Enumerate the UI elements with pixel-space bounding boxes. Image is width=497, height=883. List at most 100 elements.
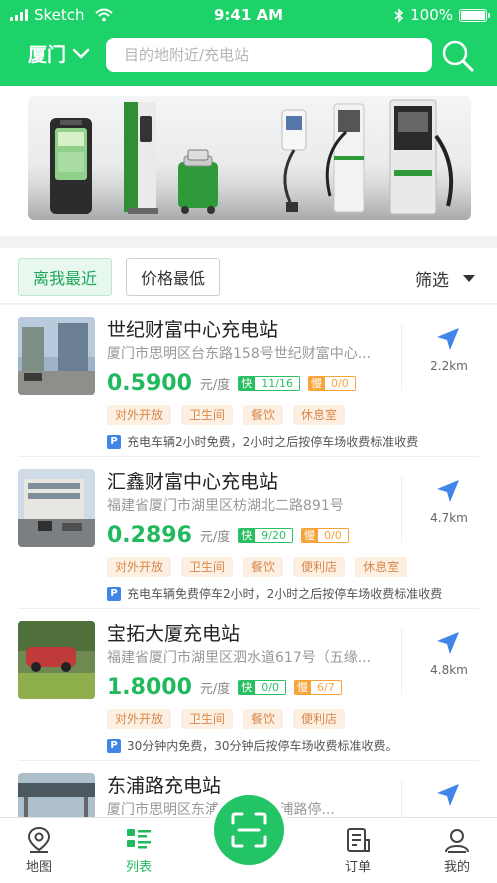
search-icon[interactable] (440, 38, 476, 74)
station-name: 汇鑫财富中心充电站 (107, 471, 279, 493)
header: Sketch 9:41 AM 100% 厦门 (0, 0, 497, 86)
filter-label: 筛选 (415, 271, 449, 291)
divider (401, 325, 402, 391)
tab-label: 订单 (344, 860, 371, 875)
price-unit: 元/度 (199, 681, 231, 697)
battery-icon (459, 8, 490, 22)
fast-charger-badge: 快 9/20 (238, 527, 293, 543)
search-input[interactable] (106, 38, 432, 72)
amenity-tags: 对外开放 卫生间 餐饮 便利店 休息室 (107, 557, 408, 577)
station-address: 福建省厦门市湖里区泗水道617号（五缘... (107, 650, 372, 666)
station-list: 世纪财富中心充电站 厦门市思明区台东路158号世纪财富中心... 0.5900 … (0, 305, 497, 817)
fast-label: 快 (238, 375, 256, 391)
tab-label: 列表 (125, 860, 152, 875)
divider (401, 477, 402, 543)
station-card[interactable]: 汇鑫财富中心充电站 福建省厦门市湖里区枋湖北二路891号 0.2896 元/度 … (0, 457, 497, 609)
parking-icon: P (107, 738, 121, 753)
amenity-tag: 卫生间 (181, 557, 234, 577)
parking-text: 30分钟内免费，30分钟后按停车场收费标准收费。 (127, 739, 398, 753)
station-address: 厦门市思明区台东路158号世纪财富中心... (107, 346, 372, 362)
station-photo (18, 621, 95, 699)
slow-label: 慢 (308, 375, 325, 391)
amenity-tags: 对外开放 卫生间 餐饮 休息室 (107, 405, 346, 425)
station-address: 福建省厦门市湖里区枋湖北二路891号 (107, 498, 344, 514)
station-photo (18, 773, 95, 817)
station-card[interactable]: 世纪财富中心充电站 厦门市思明区台东路158号世纪财富中心... 0.5900 … (0, 305, 497, 457)
fast-count: 0/0 (255, 679, 286, 695)
slow-count: 0/0 (325, 375, 356, 391)
chargers-illustration (50, 99, 454, 215)
parking-info: P 充电车辆免费停车2小时，2小时之后按停车场收费标准收费 (107, 585, 442, 602)
sort-nearest-button[interactable]: 离我最近 (18, 258, 112, 296)
sort-cheapest-button[interactable]: 价格最低 (126, 258, 220, 296)
station-distance: 4.8km (430, 663, 468, 677)
station-card[interactable]: 宝拓大厦充电站 福建省厦门市湖里区泗水道617号（五缘... 1.8000 元/… (0, 609, 497, 761)
order-icon (347, 828, 370, 852)
parking-icon: P (107, 586, 121, 601)
promo-banner[interactable] (28, 96, 471, 220)
banner-section (0, 86, 497, 236)
amenity-tag: 休息室 (293, 405, 346, 425)
tab-map[interactable]: 地图 (9, 826, 69, 875)
slow-label: 慢 (294, 679, 311, 695)
slow-count: 0/0 (318, 527, 349, 543)
battery-percent: 100% (410, 6, 453, 24)
amenity-tag: 对外开放 (107, 709, 172, 729)
station-distance: 4.7km (430, 511, 468, 525)
amenity-tags: 对外开放 卫生间 餐饮 便利店 (107, 709, 346, 729)
station-photo (18, 469, 95, 547)
parking-info: P 充电车辆2小时免费，2小时之后按停车场收费标准收费 (107, 433, 418, 450)
amenity-tag: 卫生间 (181, 709, 234, 729)
price-unit: 元/度 (199, 377, 231, 393)
slow-count: 6/7 (311, 679, 342, 695)
station-name: 世纪财富中心充电站 (107, 319, 279, 341)
tab-mine[interactable]: 我的 (427, 826, 487, 875)
slow-charger-badge: 慢 0/0 (301, 527, 349, 543)
station-price: 0.5900 (107, 370, 192, 396)
caret-down-icon (463, 275, 475, 282)
location-arrow-icon[interactable] (434, 629, 462, 657)
status-bar: Sketch 9:41 AM 100% (0, 0, 497, 30)
chevron-down-icon (72, 48, 90, 58)
station-photo (18, 317, 95, 395)
station-distance: 2.2km (430, 359, 468, 373)
bluetooth-icon (394, 7, 404, 23)
location-arrow-icon[interactable] (434, 477, 462, 505)
amenity-tag: 便利店 (293, 557, 346, 577)
parking-info: P 30分钟内免费，30分钟后按停车场收费标准收费。 (107, 737, 398, 754)
station-name: 东浦路充电站 (107, 775, 222, 797)
filter-dropdown[interactable]: 筛选 (415, 266, 475, 291)
slow-charger-badge: 慢 0/0 (308, 375, 356, 391)
filter-bar: 离我最近 价格最低 筛选 (0, 248, 497, 304)
slow-charger-badge: 慢 6/7 (294, 679, 342, 695)
amenity-tag: 对外开放 (107, 557, 172, 577)
parking-text: 充电车辆免费停车2小时，2小时之后按停车场收费标准收费 (127, 587, 443, 601)
fast-charger-badge: 快 11/16 (238, 375, 300, 391)
tab-orders[interactable]: 订单 (328, 826, 388, 875)
location-arrow-icon[interactable] (434, 325, 462, 353)
station-price: 0.2896 (107, 522, 192, 548)
profile-icon (445, 829, 469, 853)
map-icon (27, 826, 51, 853)
fast-charger-badge: 快 0/0 (238, 679, 286, 695)
parking-icon: P (107, 434, 121, 449)
tab-label: 我的 (443, 860, 470, 875)
divider (401, 629, 402, 695)
tab-label: 地图 (25, 860, 52, 875)
price-row: 0.2896 元/度 快 9/20 慢 0/0 (107, 521, 357, 549)
fast-count: 11/16 (255, 375, 300, 391)
amenity-tag: 餐饮 (243, 709, 284, 729)
slow-label: 慢 (301, 527, 318, 543)
city-selector[interactable]: 厦门 (28, 40, 90, 67)
tab-list[interactable]: 列表 (109, 826, 169, 875)
scan-button[interactable] (214, 795, 284, 865)
amenity-tag: 餐饮 (243, 405, 284, 425)
price-row: 0.5900 元/度 快 11/16 慢 0/0 (107, 369, 364, 397)
fast-count: 9/20 (255, 527, 293, 543)
divider (401, 781, 402, 817)
parking-text: 充电车辆2小时免费，2小时之后按停车场收费标准收费 (127, 435, 419, 449)
city-name: 厦门 (28, 44, 67, 66)
price-unit: 元/度 (199, 529, 231, 545)
location-arrow-icon[interactable] (434, 781, 462, 809)
amenity-tag: 休息室 (355, 557, 408, 577)
